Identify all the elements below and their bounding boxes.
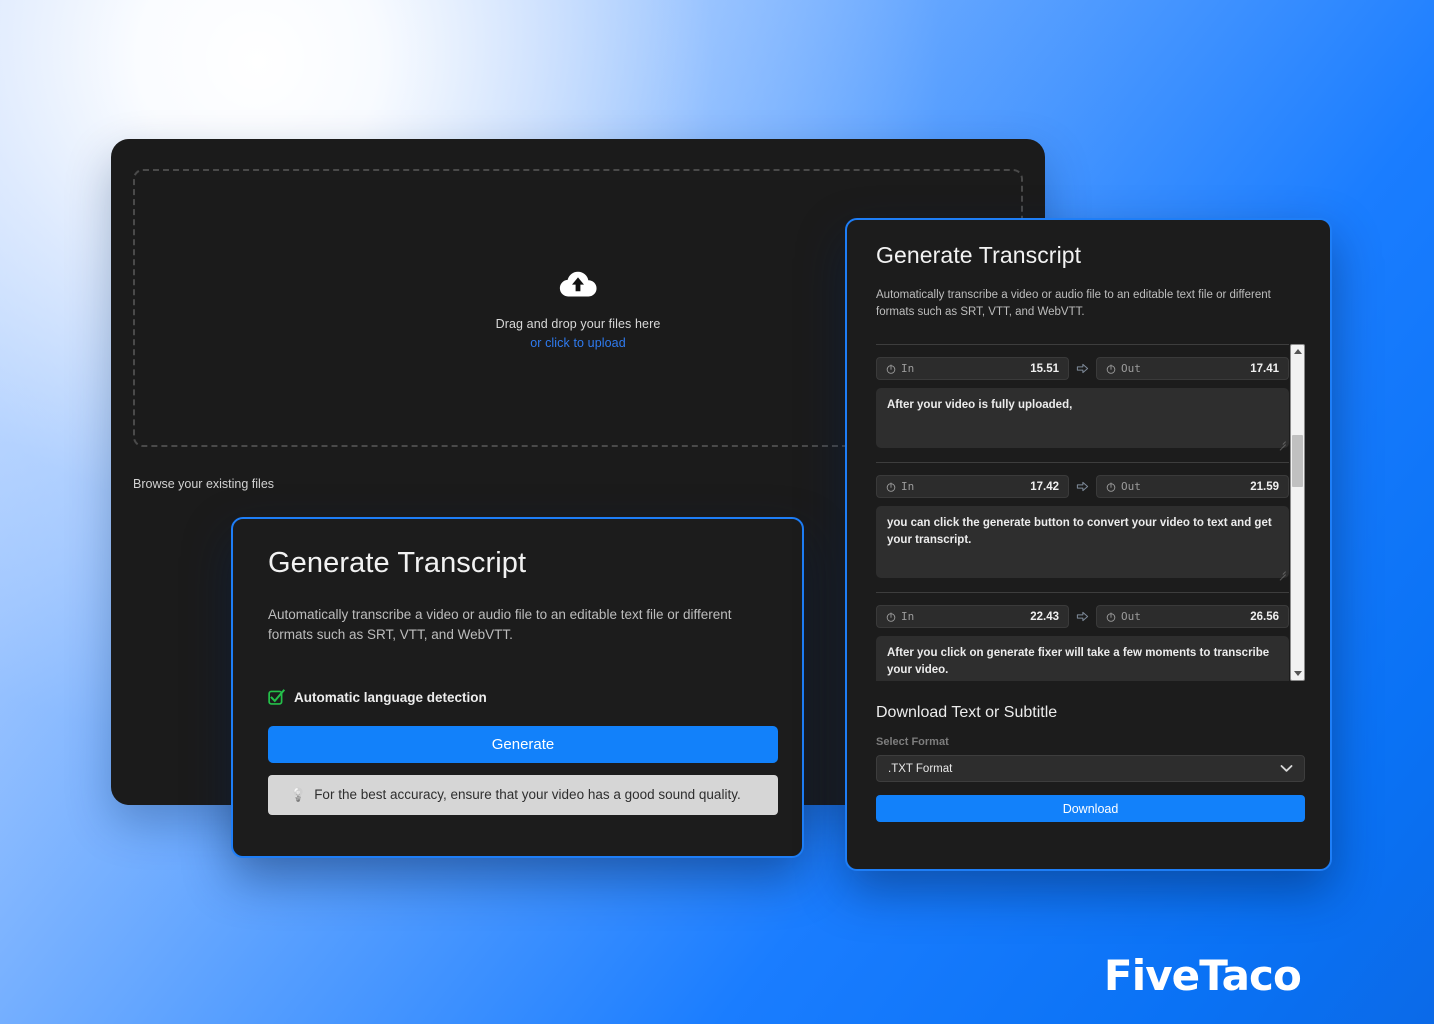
transcript-segment: In 17.42 Out 21.59 you can click the gen…: [876, 463, 1289, 594]
clock-icon: [886, 364, 896, 374]
segment-out-label: Out: [1121, 610, 1141, 624]
segment-in-label: In: [901, 480, 915, 494]
generate-transcript-card-front: Generate Transcript Automatically transc…: [231, 517, 804, 858]
format-select[interactable]: .TXT Format: [876, 755, 1305, 783]
clock-icon: [886, 482, 896, 492]
download-section-heading: Download Text or Subtitle: [876, 704, 1058, 722]
segment-out-label: Out: [1121, 362, 1141, 376]
transcript-segment-list: In 15.51 Out 17.41 After your video is f…: [876, 344, 1289, 682]
fivetaco-logo: FiveTaco: [1103, 951, 1302, 1000]
generate-transcript-card-right: Generate Transcript Automatically transc…: [845, 218, 1332, 871]
segment-in-field[interactable]: In 15.51: [876, 357, 1069, 381]
scroll-down-arrow-icon[interactable]: [1291, 667, 1304, 680]
transcript-editor-region: In 15.51 Out 17.41 After your video is f…: [876, 344, 1305, 682]
segment-time-row: In 17.42 Out 21.59: [876, 475, 1289, 499]
segment-in-field[interactable]: In 22.43: [876, 605, 1069, 629]
cloud-upload-icon: [558, 267, 598, 301]
segment-out-label: Out: [1121, 480, 1141, 494]
segment-text: After you click on generate fixer will t…: [887, 647, 1270, 677]
download-section: Download Text or Subtitle Select Format …: [876, 704, 1305, 823]
accuracy-tip-text: For the best accuracy, ensure that your …: [314, 787, 741, 802]
right-card-description: Automatically transcribe a video or audi…: [876, 289, 1271, 318]
format-select-value: .TXT Format: [888, 762, 953, 775]
segment-out-value: 21.59: [1250, 480, 1279, 493]
segment-text: you can click the generate button to con…: [887, 517, 1272, 547]
front-card-description: Automatically transcribe a video or audi…: [268, 607, 732, 643]
segment-text-area[interactable]: After you click on generate fixer will t…: [876, 636, 1289, 682]
segment-in-label: In: [901, 362, 915, 376]
clock-icon: [1106, 612, 1116, 622]
segment-out-field[interactable]: Out 17.41: [1096, 357, 1289, 381]
resize-grip-icon[interactable]: [1278, 568, 1286, 576]
checkbox-checked-icon[interactable]: [268, 688, 285, 706]
lightbulb-icon: 💡: [290, 786, 307, 802]
transcript-segment: In 22.43 Out 26.56 After you click on ge…: [876, 593, 1289, 682]
arrow-right-icon: [1076, 610, 1089, 623]
transcript-segment: In 15.51 Out 17.41 After your video is f…: [876, 345, 1289, 464]
segment-out-field[interactable]: Out 26.56: [1096, 605, 1289, 629]
segment-in-field[interactable]: In 17.42: [876, 475, 1069, 499]
chevron-down-icon[interactable]: [1280, 764, 1293, 773]
segment-out-value: 17.41: [1250, 362, 1279, 375]
arrow-right-icon: [1076, 480, 1089, 493]
segment-in-value: 22.43: [1030, 610, 1059, 623]
dropzone-primary-text: Drag and drop your files here: [495, 316, 661, 331]
accuracy-tip-banner: 💡 For the best accuracy, ensure that you…: [268, 774, 778, 815]
clock-icon: [1106, 482, 1116, 492]
generate-button[interactable]: Generate: [268, 725, 778, 763]
segment-time-row: In 22.43 Out 26.56: [876, 605, 1289, 629]
clock-icon: [1106, 364, 1116, 374]
automatic-language-detection-label: Automatic language detection: [294, 689, 487, 705]
dropzone-upload-link[interactable]: or click to upload: [530, 336, 626, 350]
front-card-title: Generate Transcript: [268, 547, 527, 579]
segment-in-label: In: [901, 610, 915, 624]
segment-text: After your video is fully uploaded,: [887, 399, 1073, 412]
segment-in-value: 17.42: [1030, 480, 1059, 493]
scroll-up-arrow-icon[interactable]: [1291, 345, 1304, 358]
right-card-title: Generate Transcript: [876, 242, 1082, 268]
browse-existing-files-label[interactable]: Browse your existing files: [133, 477, 274, 491]
segment-text-area[interactable]: After your video is fully uploaded,: [876, 388, 1289, 449]
automatic-language-detection-row[interactable]: Automatic language detection: [268, 688, 767, 706]
arrow-right-icon: [1076, 362, 1089, 375]
select-format-label: Select Format: [876, 736, 949, 749]
segment-time-row: In 15.51 Out 17.41: [876, 357, 1289, 381]
transcript-scrollbar[interactable]: [1290, 344, 1305, 682]
segment-out-value: 26.56: [1250, 610, 1279, 623]
segment-text-area[interactable]: you can click the generate button to con…: [876, 506, 1289, 579]
clock-icon: [886, 612, 896, 622]
resize-grip-icon[interactable]: [1278, 438, 1286, 446]
scrollbar-thumb[interactable]: [1292, 435, 1303, 488]
segment-in-value: 15.51: [1030, 362, 1059, 375]
segment-out-field[interactable]: Out 21.59: [1096, 475, 1289, 499]
download-button[interactable]: Download: [876, 795, 1305, 823]
